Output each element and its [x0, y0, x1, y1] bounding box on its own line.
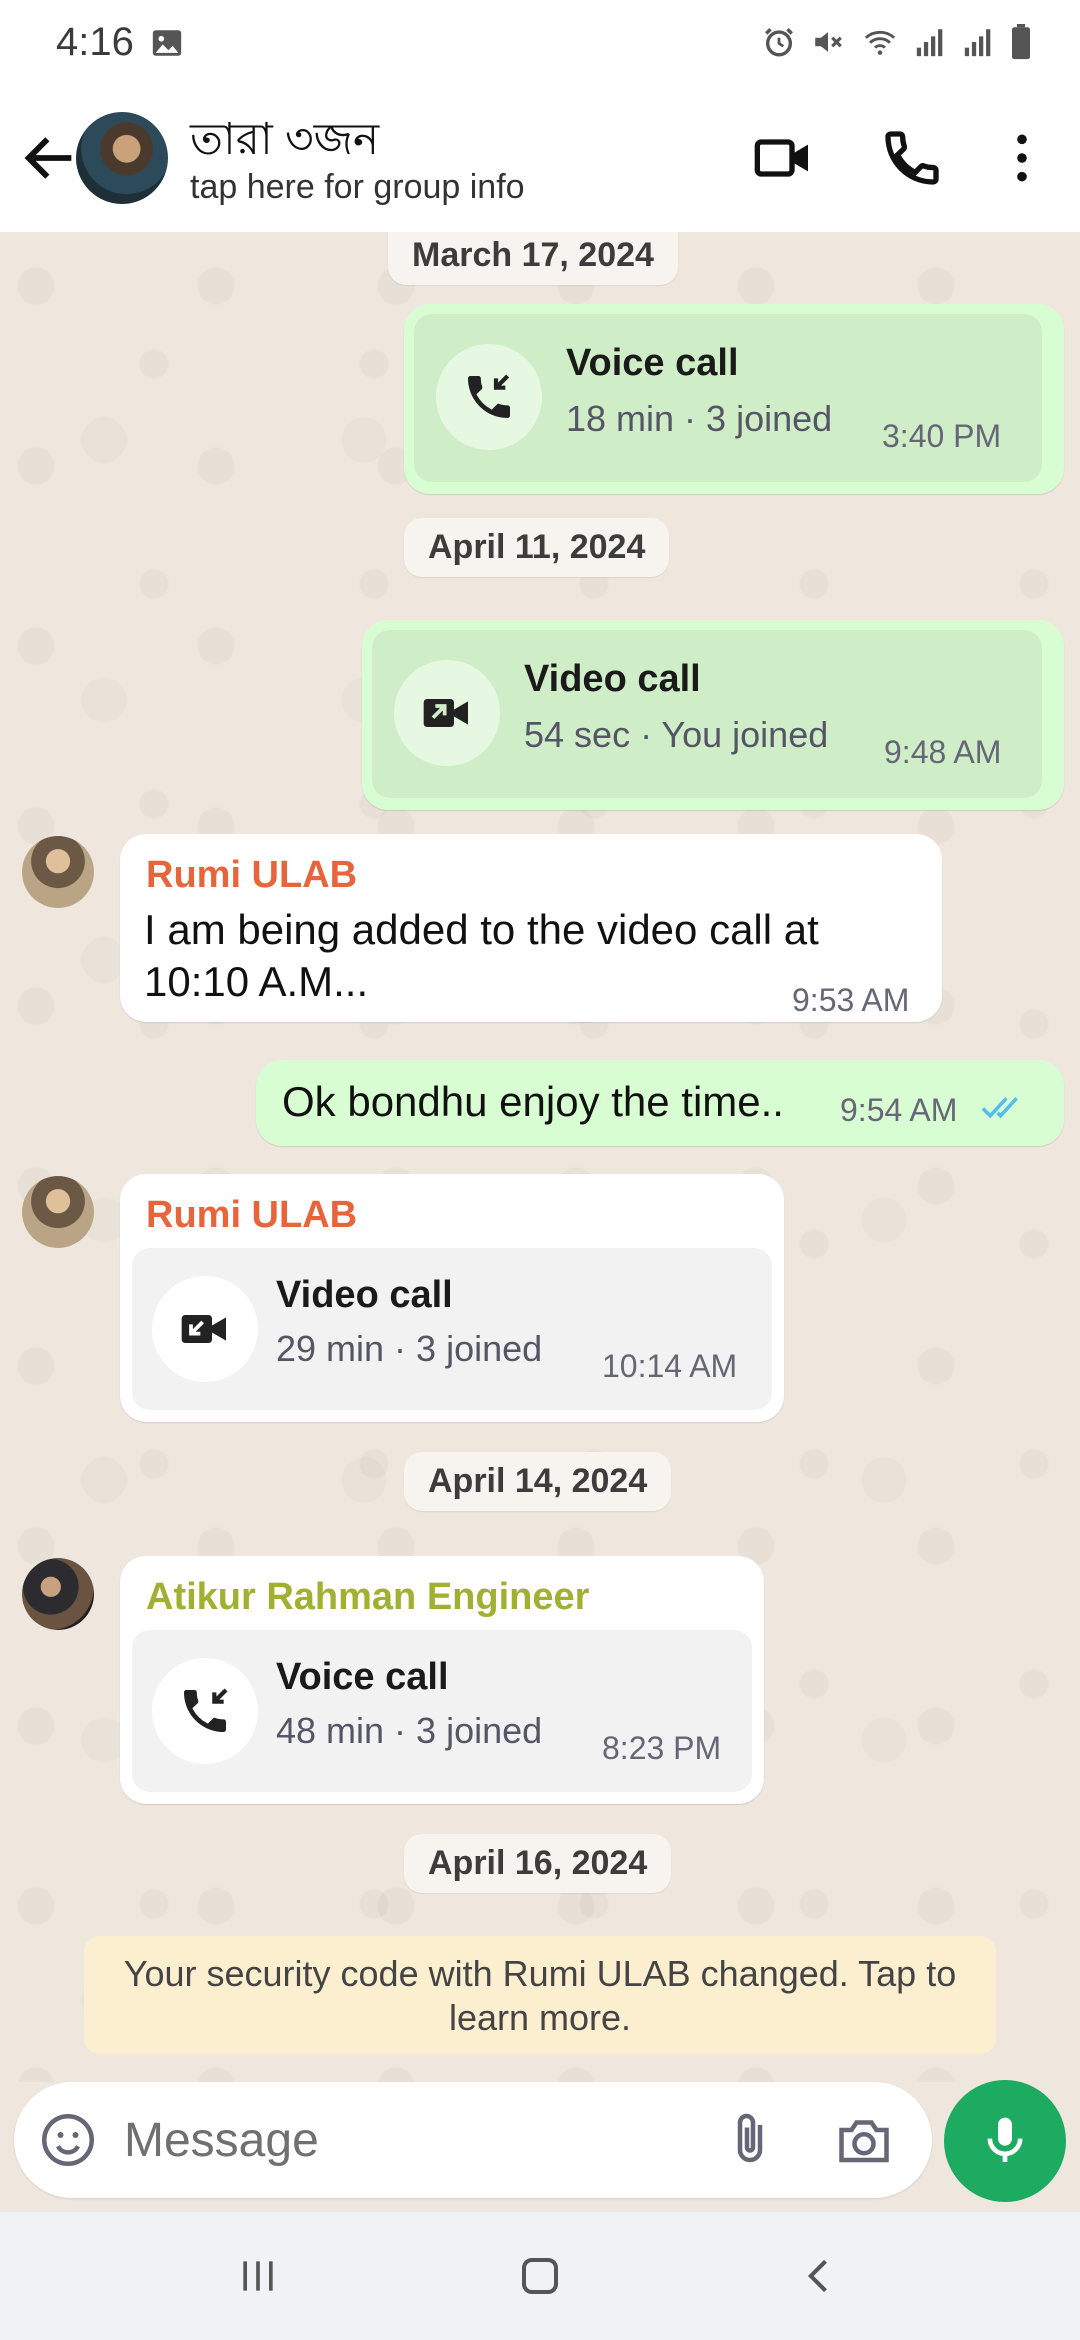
- date-separator: April 11, 2024: [404, 518, 670, 577]
- video-call-icon: [423, 699, 468, 727]
- text-message-incoming[interactable]: Rumi ULAB I am being added to the video …: [120, 834, 942, 1022]
- call-icon-circle: [394, 660, 500, 766]
- video-camera-icon: [754, 139, 808, 177]
- alarm-icon: [762, 25, 796, 64]
- message-text: Ok bondhu enjoy the time..: [282, 1078, 784, 1125]
- sender-avatar[interactable]: [22, 1176, 94, 1248]
- call-card[interactable]: Voice call 18 min · 3 joined 3:40 PM: [414, 314, 1042, 482]
- attach-button[interactable]: [720, 2110, 780, 2170]
- voice-call-button[interactable]: [880, 126, 944, 190]
- call-title: Video call: [524, 658, 701, 700]
- message-time: 3:40 PM: [882, 418, 1002, 454]
- call-message-outgoing[interactable]: Video call 54 sec · You joined 9:48 AM: [362, 620, 1064, 810]
- message-time: 9:48 AM: [884, 734, 1002, 770]
- security-notice-text: Your security code with Rumi ULAB change…: [123, 1953, 957, 1994]
- date-separator: April 16, 2024: [404, 1834, 672, 1893]
- message-composer: [14, 2082, 932, 2198]
- status-bar: 4:16: [0, 0, 1080, 86]
- call-title: Voice call: [276, 1656, 449, 1698]
- call-icon-circle: [152, 1276, 258, 1382]
- phone-icon: [885, 131, 939, 185]
- incoming-voice-call-icon: [468, 374, 510, 418]
- video-call-button[interactable]: [752, 126, 816, 190]
- date-separator: March 17, 2024: [388, 232, 678, 285]
- date-separator: April 14, 2024: [404, 1452, 672, 1511]
- status-icons: [762, 24, 1032, 65]
- chat-header: তারা ৩জন tap here for group info: [0, 86, 1080, 232]
- paperclip-icon: [737, 2113, 763, 2163]
- emoji-icon: [42, 2114, 94, 2166]
- message-time: 10:14 AM: [602, 1348, 738, 1384]
- call-title: Voice call: [566, 342, 739, 384]
- status-time: 4:16: [56, 20, 134, 64]
- more-vert-icon: [1017, 134, 1027, 182]
- nav-back-button[interactable]: [790, 2248, 850, 2304]
- signal-icon: [962, 25, 996, 64]
- group-subtitle: tap here for group info: [190, 168, 525, 206]
- call-card[interactable]: Video call 29 min · 3 joined 10:14 AM: [132, 1248, 772, 1410]
- group-avatar[interactable]: [76, 112, 168, 204]
- image-icon: [150, 26, 184, 65]
- message-time: 9:54 AM: [840, 1092, 958, 1128]
- message-input[interactable]: [124, 2110, 684, 2170]
- more-options-button[interactable]: [990, 126, 1054, 190]
- sender-avatar[interactable]: [22, 836, 94, 908]
- sender-name: Rumi ULAB: [146, 1194, 358, 1236]
- call-icon-circle: [152, 1658, 258, 1764]
- battery-icon: [1010, 24, 1032, 65]
- wifi-icon: [860, 25, 900, 64]
- camera-button[interactable]: [832, 2110, 896, 2170]
- call-message-outgoing[interactable]: Voice call 18 min · 3 joined 3:40 PM: [404, 304, 1064, 494]
- chevron-left-icon: [807, 2259, 827, 2293]
- call-details: 48 min · 3 joined: [276, 1710, 543, 1751]
- back-button[interactable]: [18, 126, 82, 190]
- sender-name: Rumi ULAB: [146, 854, 358, 896]
- signal-icon: [914, 25, 948, 64]
- call-card[interactable]: Voice call 48 min · 3 joined 8:23 PM: [132, 1630, 752, 1792]
- camera-icon: [839, 2120, 889, 2163]
- incoming-voice-call-icon: [184, 1688, 228, 1732]
- sender-avatar[interactable]: [22, 1558, 94, 1630]
- back-arrow-icon: [24, 137, 72, 179]
- call-details: 29 min · 3 joined: [276, 1328, 543, 1369]
- chat-area[interactable]: March 17, 2024 Voice call 18 min · 3 joi…: [0, 232, 1080, 2082]
- call-details: 18 min · 3 joined: [566, 398, 833, 439]
- message-time: 9:53 AM: [792, 982, 910, 1018]
- message-time: 8:23 PM: [602, 1730, 722, 1766]
- recent-apps-button[interactable]: [228, 2248, 288, 2304]
- text-message-outgoing[interactable]: Ok bondhu enjoy the time.. 9:54 AM: [256, 1060, 1064, 1146]
- message-text: I am being added to the video call at: [144, 906, 819, 953]
- recents-icon: [243, 2261, 273, 2291]
- security-code-notice[interactable]: Your security code with Rumi ULAB change…: [84, 1936, 996, 2054]
- call-card[interactable]: Video call 54 sec · You joined 9:48 AM: [372, 630, 1042, 798]
- system-navigation-bar: [0, 2212, 1080, 2340]
- mute-icon: [810, 25, 846, 64]
- screen: 4:16 তারা ৩জন tap here for group info Ma…: [0, 0, 1080, 2340]
- call-message-incoming[interactable]: Atikur Rahman Engineer Voice call 48 min…: [120, 1556, 764, 1804]
- call-message-incoming[interactable]: Rumi ULAB Video call 29 min · 3 joined 1…: [120, 1174, 784, 1422]
- call-icon-circle: [436, 344, 542, 450]
- call-details: 54 sec · You joined: [524, 714, 829, 755]
- read-receipt-icon: [980, 1092, 1024, 1127]
- message-text: 10:10 A.M...: [144, 958, 369, 1005]
- emoji-button[interactable]: [38, 2110, 98, 2170]
- home-button[interactable]: [510, 2248, 570, 2304]
- security-notice-text: learn more.: [448, 1997, 632, 2038]
- voice-message-button[interactable]: [944, 2080, 1066, 2202]
- microphone-icon: [987, 2117, 1023, 2162]
- incoming-video-call-icon: [181, 1315, 226, 1343]
- home-icon: [522, 2258, 558, 2294]
- call-title: Video call: [276, 1274, 453, 1316]
- sender-name: Atikur Rahman Engineer: [146, 1576, 590, 1618]
